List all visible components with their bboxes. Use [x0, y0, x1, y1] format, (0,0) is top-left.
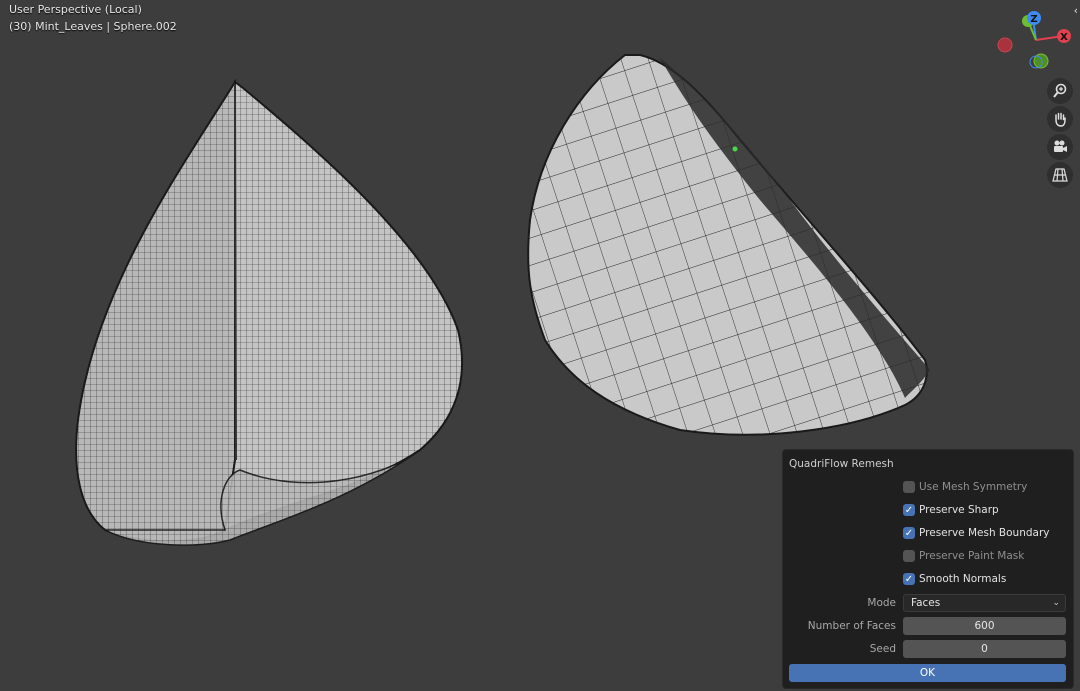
- chevron-down-icon: ⌄: [1052, 598, 1060, 608]
- preserve-sharp-option[interactable]: ✓ Preserve Sharp: [903, 502, 999, 518]
- panel-title: QuadriFlow Remesh: [789, 458, 894, 470]
- zoom-button[interactable]: [1047, 78, 1073, 104]
- left-mesh-object[interactable]: [75, 78, 464, 546]
- mode-select[interactable]: Faces ⌄: [903, 594, 1066, 612]
- seed-field[interactable]: 0: [903, 640, 1066, 658]
- use-mesh-symmetry-label: Use Mesh Symmetry: [919, 481, 1028, 493]
- smooth-normals-option[interactable]: ✓ Smooth Normals: [903, 571, 1006, 587]
- quadriflow-remesh-panel: QuadriFlow Remesh Use Mesh Symmetry ✓ Pr…: [782, 449, 1074, 689]
- selected-vertex[interactable]: [732, 146, 738, 152]
- navigation-gizmo[interactable]: Z X: [990, 0, 1080, 80]
- use-mesh-symmetry-checkbox[interactable]: [903, 481, 915, 493]
- gizmo-x-label: X: [1060, 32, 1068, 43]
- camera-icon: [1054, 140, 1067, 152]
- mode-label: Mode: [867, 597, 896, 609]
- mode-value: Faces: [911, 597, 941, 609]
- ortho-toggle-button[interactable]: [1047, 162, 1073, 188]
- zoom-icon: [1053, 83, 1067, 98]
- preserve-sharp-label: Preserve Sharp: [919, 504, 999, 516]
- preserve-paint-mask-option[interactable]: Preserve Paint Mask: [903, 548, 1024, 564]
- pan-button[interactable]: [1047, 106, 1073, 132]
- gizmo-neg-x-icon[interactable]: [997, 37, 1013, 53]
- view-name-label: User Perspective (Local): [9, 3, 142, 16]
- seed-value: 0: [981, 643, 988, 655]
- preserve-paint-mask-label: Preserve Paint Mask: [919, 550, 1025, 562]
- preserve-paint-mask-checkbox[interactable]: [903, 550, 915, 562]
- left-mesh-face-right: [223, 80, 464, 532]
- right-mesh-body: [527, 54, 928, 436]
- left-mesh-face-left: [75, 78, 236, 543]
- right-mesh-object[interactable]: [527, 54, 930, 436]
- gizmo-z-label: Z: [1030, 14, 1037, 25]
- smooth-normals-checkbox[interactable]: ✓: [903, 573, 915, 585]
- camera-view-button[interactable]: [1047, 134, 1073, 160]
- number-of-faces-label: Number of Faces: [807, 620, 896, 632]
- ok-button[interactable]: OK: [789, 664, 1066, 682]
- seed-label: Seed: [869, 643, 896, 655]
- number-of-faces-value: 600: [974, 620, 995, 632]
- preserve-sharp-checkbox[interactable]: ✓: [903, 504, 915, 516]
- preserve-mesh-boundary-label: Preserve Mesh Boundary: [919, 527, 1050, 539]
- grid-icon: [1052, 168, 1068, 182]
- object-info-label: (30) Mint_Leaves | Sphere.002: [9, 20, 177, 33]
- use-mesh-symmetry-option[interactable]: Use Mesh Symmetry: [903, 479, 1027, 495]
- number-of-faces-field[interactable]: 600: [903, 617, 1066, 635]
- left-mesh-ridge: [234, 83, 237, 461]
- preserve-mesh-boundary-checkbox[interactable]: ✓: [903, 527, 915, 539]
- preserve-mesh-boundary-option[interactable]: ✓ Preserve Mesh Boundary: [903, 525, 1050, 541]
- hand-icon: [1055, 112, 1066, 127]
- smooth-normals-label: Smooth Normals: [919, 573, 1007, 585]
